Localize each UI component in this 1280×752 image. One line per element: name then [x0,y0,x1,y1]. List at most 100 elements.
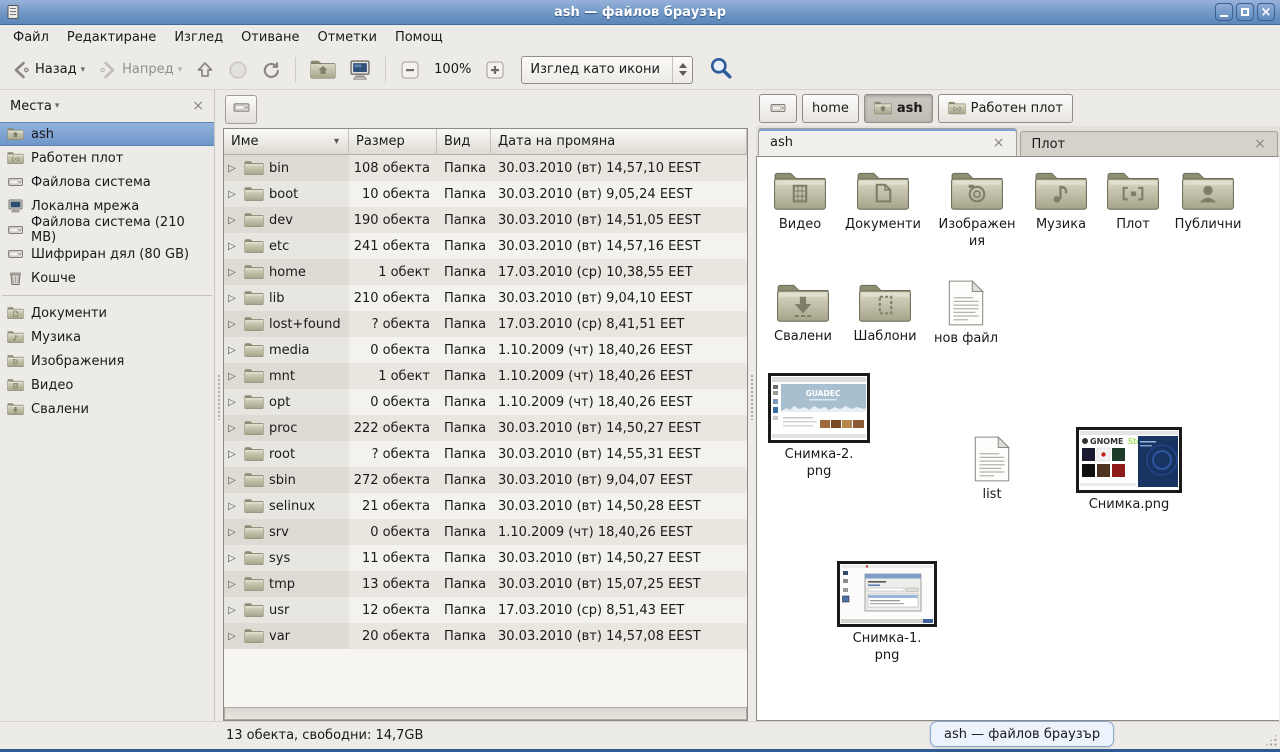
sidebar-place-item[interactable]: Документи [0,301,214,325]
file-name-cell[interactable]: ▷ usr [224,597,349,623]
icon-view-item[interactable]: Документи [837,169,929,234]
file-name-cell[interactable]: ▷ boot [224,181,349,207]
menu-item[interactable]: Отиване [232,27,308,48]
icon-view-item[interactable]: Видео [767,169,833,234]
tree-row[interactable]: ▷ lib 210 обекта Папка 30.03.2010 (вт) 9… [224,285,747,311]
resize-grip[interactable] [1264,733,1278,747]
zoom-level[interactable]: 100% [428,62,477,77]
icon-view-item[interactable]: Публични [1167,169,1249,234]
tree-row[interactable]: ▷ var 20 обекта Папка 30.03.2010 (вт) 14… [224,623,747,649]
close-button[interactable]: × [1257,3,1275,21]
expander-icon[interactable]: ▷ [228,215,239,226]
sidebar-place-item[interactable]: Свалени [0,397,214,421]
tree-row[interactable]: ▷ boot 10 обекта Папка 30.03.2010 (вт) 9… [224,181,747,207]
file-name-cell[interactable]: ▷ home [224,259,349,285]
expander-icon[interactable]: ▷ [228,605,239,616]
expander-icon[interactable]: ▷ [228,319,239,330]
expander-icon[interactable]: ▷ [228,345,239,356]
column-header-date[interactable]: Дата на промяна [491,129,747,155]
icon-view-item[interactable]: GUADEC Снимка-2. png [765,373,873,481]
tree-row[interactable]: ▷ media 0 обекта Папка 1.10.2009 (чт) 18… [224,337,747,363]
sidebar-place-item[interactable]: Музика [0,325,214,349]
horizontal-scrollbar[interactable] [224,707,747,720]
icon-view-item[interactable]: GNOMEStore Снимка.png [1073,427,1185,514]
expander-icon[interactable]: ▷ [228,397,239,408]
file-name-cell[interactable]: ▷ proc [224,415,349,441]
filesystem-root-button[interactable] [225,95,257,124]
home-button[interactable] [305,55,341,84]
pane-splitter[interactable] [748,90,756,721]
file-name-cell[interactable]: ▷ dev [224,207,349,233]
sidebar-place-item[interactable]: Видео [0,373,214,397]
tree-row[interactable]: ▷ selinux 21 обекта Папка 30.03.2010 (вт… [224,493,747,519]
expander-icon[interactable]: ▷ [228,423,239,434]
minimize-button[interactable] [1215,3,1233,21]
maximize-button[interactable] [1236,3,1254,21]
back-history-caret-icon[interactable]: ▾ [81,65,86,75]
menu-item[interactable]: Отметки [308,27,385,48]
expander-icon[interactable]: ▷ [228,163,239,174]
menu-item[interactable]: Редактиране [58,27,165,48]
file-name-cell[interactable]: ▷ sbin [224,467,349,493]
titlebar[interactable]: ash — файлов браузър × [0,0,1280,25]
file-name-cell[interactable]: ▷ root [224,441,349,467]
icon-view-item[interactable]: Снимка-1. png [831,561,943,665]
file-name-cell[interactable]: ▷ bin [224,155,349,181]
menu-item[interactable]: Файл [4,27,58,48]
file-name-cell[interactable]: ▷ mnt [224,363,349,389]
sidebar-pane-selector[interactable]: Места ▾ [10,99,59,114]
sidebar-place-item[interactable]: Файлова система (210 MB) [0,218,214,242]
column-header-size[interactable]: Размер [349,129,437,155]
menu-item[interactable]: Помощ [386,27,452,48]
tree-row[interactable]: ▷ bin 108 обекта Папка 30.03.2010 (вт) 1… [224,155,747,181]
zoom-out-button[interactable] [395,56,425,84]
icon-view[interactable]: Видео Документи Изображен ия Муз [756,156,1279,721]
stop-button[interactable] [223,56,253,84]
path-button[interactable] [759,94,797,123]
tree-row[interactable]: ▷ tmp 13 обекта Папка 30.03.2010 (вт) 15… [224,571,747,597]
tree-row[interactable]: ▷ etc 241 обекта Папка 30.03.2010 (вт) 1… [224,233,747,259]
tab[interactable]: Плот × [1020,131,1279,156]
tree-row[interactable]: ▷ usr 12 обекта Папка 17.03.2010 (ср) 8,… [224,597,747,623]
computer-button[interactable] [344,55,376,85]
tree-row[interactable]: ▷ lost+found ? обекта Папка 17.03.2010 (… [224,311,747,337]
expander-icon[interactable]: ▷ [228,501,239,512]
file-name-cell[interactable]: ▷ tmp [224,571,349,597]
expander-icon[interactable]: ▷ [228,293,239,304]
sidebar-place-item[interactable]: Файлова система [0,170,214,194]
file-name-cell[interactable]: ▷ var [224,623,349,649]
tree-row[interactable]: ▷ mnt 1 обект Папка 1.10.2009 (чт) 18,40… [224,363,747,389]
column-header-type[interactable]: Вид [437,129,491,155]
menu-item[interactable]: Изглед [165,27,232,48]
tree-row[interactable]: ▷ srv 0 обекта Папка 1.10.2009 (чт) 18,4… [224,519,747,545]
icon-view-item[interactable]: list [965,435,1019,504]
tree-row[interactable]: ▷ dev 190 обекта Папка 30.03.2010 (вт) 1… [224,207,747,233]
icon-view-item[interactable]: Изображен ия [935,169,1019,251]
expander-icon[interactable]: ▷ [228,449,239,460]
icon-view-item[interactable]: Плот [1103,169,1163,234]
icon-view-item[interactable]: Свалени [769,281,837,346]
expander-icon[interactable]: ▷ [228,241,239,252]
sidebar-place-item[interactable]: Кошче [0,266,214,290]
search-button[interactable] [706,53,736,87]
path-button[interactable]: Работен плот [938,94,1073,123]
tab-close-icon[interactable]: × [993,135,1005,151]
expander-icon[interactable]: ▷ [228,371,239,382]
file-name-cell[interactable]: ▷ opt [224,389,349,415]
reload-button[interactable] [256,56,286,84]
expander-icon[interactable]: ▷ [228,553,239,564]
sidebar-close-button[interactable]: × [192,98,204,114]
expander-icon[interactable]: ▷ [228,267,239,278]
sidebar-place-item[interactable]: Изображения [0,349,214,373]
tree-row[interactable]: ▷ root ? обекта Папка 30.03.2010 (вт) 14… [224,441,747,467]
view-mode-select[interactable]: Изглед като икони [521,56,693,84]
tab-close-icon[interactable]: × [1254,136,1266,152]
expander-icon[interactable]: ▷ [228,475,239,486]
icon-view-item[interactable]: Музика [1025,169,1097,234]
file-name-cell[interactable]: ▷ sys [224,545,349,571]
expander-icon[interactable]: ▷ [228,631,239,642]
file-name-cell[interactable]: ▷ etc [224,233,349,259]
sidebar-splitter[interactable] [215,90,223,721]
file-name-cell[interactable]: ▷ media [224,337,349,363]
tree-row[interactable]: ▷ sbin 272 обекта Папка 30.03.2010 (вт) … [224,467,747,493]
